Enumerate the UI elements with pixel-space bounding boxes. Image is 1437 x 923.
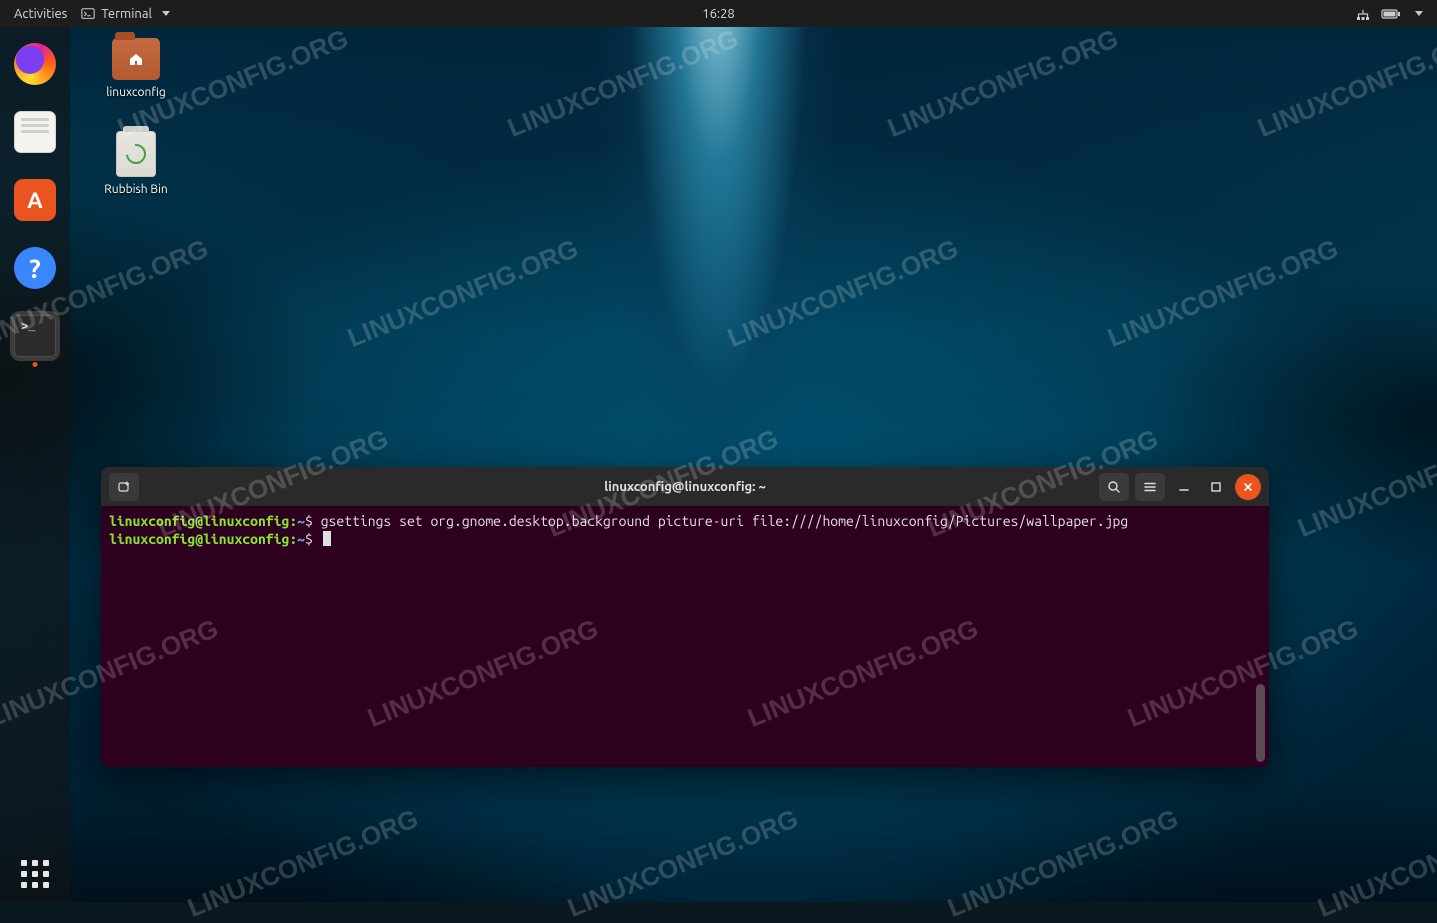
chevron-down-icon [1415, 11, 1423, 16]
system-status-area[interactable] [1355, 7, 1437, 21]
ubuntu-software-icon [14, 179, 56, 221]
trash[interactable]: Rubbish Bin [92, 131, 180, 196]
hamburger-icon [1143, 480, 1157, 494]
desktop-wallpaper [0, 27, 1437, 902]
terminal-line: linuxconfig@linuxconfig:~$ gsettings set… [109, 512, 1261, 530]
search-icon [1107, 480, 1121, 494]
terminal-icon [81, 7, 95, 21]
new-tab-button[interactable] [109, 473, 139, 501]
maximize-icon [1210, 481, 1222, 493]
new-tab-icon [117, 480, 131, 494]
running-indicator-icon [33, 362, 38, 367]
command-text: gsettings set org.gnome.desktop.backgrou… [321, 513, 1129, 529]
gnome-topbar: Activities Terminal 16:28 [0, 0, 1437, 27]
prompt-path: ~ [297, 513, 305, 529]
prompt-symbol: $ [305, 513, 321, 529]
clock[interactable]: 16:28 [702, 7, 735, 21]
maximize-button[interactable] [1203, 474, 1229, 500]
show-applications-button[interactable] [0, 860, 70, 888]
trash-label: Rubbish Bin [104, 183, 167, 196]
activities-button[interactable]: Activities [14, 7, 67, 21]
folder-icon [112, 38, 160, 80]
dock-item-firefox[interactable] [10, 39, 60, 89]
appmenu-label: Terminal [101, 7, 152, 21]
battery-icon [1381, 8, 1401, 20]
window-title: linuxconfig@linuxconfig: ~ [604, 480, 766, 494]
chevron-down-icon [162, 11, 170, 16]
close-button[interactable] [1235, 474, 1261, 500]
terminal-icon [14, 315, 56, 357]
scrollbar-thumb[interactable] [1256, 684, 1265, 762]
cursor [323, 531, 331, 546]
dock-item-terminal[interactable] [10, 311, 60, 361]
minimize-icon [1178, 481, 1190, 493]
dock: ? [0, 27, 70, 902]
prompt-path: ~ [297, 531, 305, 547]
dock-item-software[interactable] [10, 175, 60, 225]
minimize-button[interactable] [1171, 474, 1197, 500]
dock-item-help[interactable]: ? [10, 243, 60, 293]
files-icon [14, 111, 56, 153]
apps-grid-icon [21, 860, 49, 888]
home-folder[interactable]: linuxconfig [92, 38, 180, 99]
terminal-window: linuxconfig@linuxconfig: ~ linuxconfig@l… [101, 467, 1269, 767]
appmenu-button[interactable]: Terminal [81, 7, 170, 21]
network-icon [1355, 7, 1371, 21]
home-icon [127, 51, 145, 67]
home-folder-label: linuxconfig [106, 86, 166, 99]
prompt-user: linuxconfig@linuxconfig [109, 513, 289, 529]
help-icon: ? [14, 247, 56, 289]
search-button[interactable] [1099, 473, 1129, 501]
dock-item-files[interactable] [10, 107, 60, 157]
close-icon [1242, 481, 1254, 493]
hamburger-menu-button[interactable] [1135, 473, 1165, 501]
recycle-icon [122, 140, 150, 168]
desktop-icons: linuxconfig Rubbish Bin [92, 38, 180, 196]
titlebar[interactable]: linuxconfig@linuxconfig: ~ [101, 467, 1269, 506]
firefox-icon [14, 43, 56, 85]
trash-icon [116, 131, 156, 177]
terminal-body[interactable]: linuxconfig@linuxconfig:~$ gsettings set… [101, 506, 1269, 767]
prompt-user: linuxconfig@linuxconfig [109, 531, 289, 547]
terminal-line: linuxconfig@linuxconfig:~$ [109, 530, 1261, 548]
prompt-symbol: $ [305, 531, 321, 547]
